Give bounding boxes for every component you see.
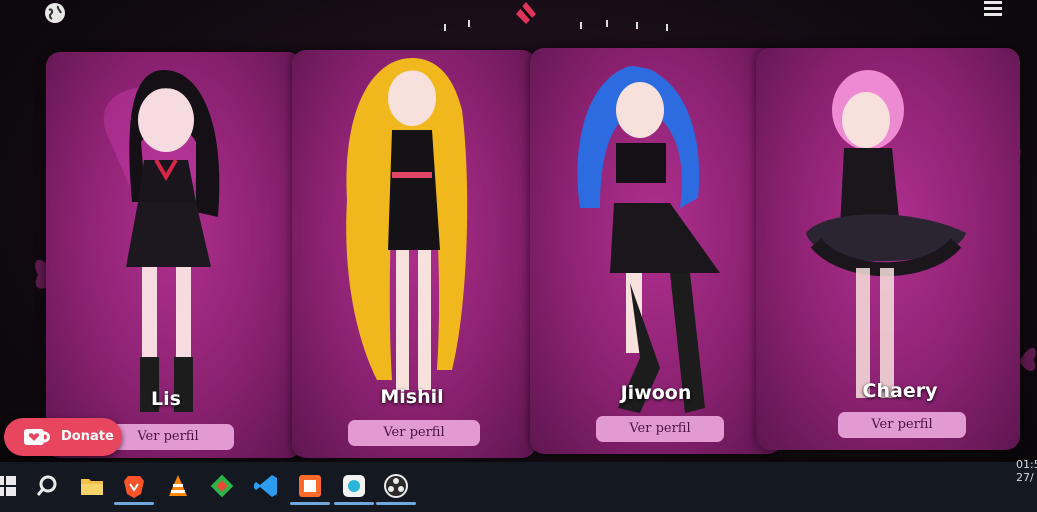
file-explorer-icon[interactable] — [78, 472, 106, 500]
windows-start-icon[interactable] — [0, 472, 20, 500]
view-profile-button[interactable]: Ver perfil — [348, 420, 480, 446]
nav-indicators — [444, 20, 668, 31]
character-card-jiwoon[interactable]: Jiwoon Ver perfil — [530, 48, 782, 454]
donate-button[interactable]: Donate — [4, 418, 122, 456]
character-card-mishil[interactable]: Mishil Ver perfil — [292, 50, 536, 458]
vlc-icon[interactable] — [164, 472, 192, 500]
character-name: Jiwoon — [620, 382, 692, 404]
active-indicator — [334, 502, 374, 505]
brave-browser-icon[interactable] — [120, 472, 148, 500]
character-name: Mishil — [380, 386, 444, 408]
hamburger-menu-icon[interactable] — [982, 0, 1004, 18]
active-indicator — [376, 502, 416, 505]
donate-label: Donate — [61, 429, 114, 444]
obs-icon[interactable] — [382, 472, 410, 500]
desktop-screen: Lis Ver perfil Mishil Ver perfil Jiwoon — [0, 0, 1037, 512]
top-navigation-bar — [0, 0, 1037, 40]
app-icon[interactable] — [340, 472, 368, 500]
view-profile-button[interactable]: Ver perfil — [596, 416, 724, 442]
character-name: Lis — [151, 388, 181, 410]
character-name: Chaery — [862, 380, 938, 402]
clock-time: 01:5 — [1016, 458, 1037, 471]
search-icon[interactable] — [34, 472, 62, 500]
character-card-lis[interactable]: Lis Ver perfil — [46, 52, 302, 458]
taskbar-clock[interactable]: 01:5 27/ — [1016, 458, 1037, 484]
globe-icon[interactable] — [44, 2, 66, 24]
vscode-icon[interactable] — [252, 472, 280, 500]
character-card-chaery[interactable]: Chaery Ver perfil — [756, 48, 1020, 450]
coffee-cup-heart-icon — [24, 429, 50, 445]
active-indicator — [114, 502, 154, 505]
git-icon[interactable] — [208, 472, 236, 500]
view-profile-button[interactable]: Ver perfil — [838, 412, 966, 438]
clock-date: 27/ — [1016, 471, 1034, 484]
active-indicator — [290, 502, 330, 505]
windows-taskbar — [0, 462, 1037, 512]
app-icon[interactable] — [296, 472, 324, 500]
